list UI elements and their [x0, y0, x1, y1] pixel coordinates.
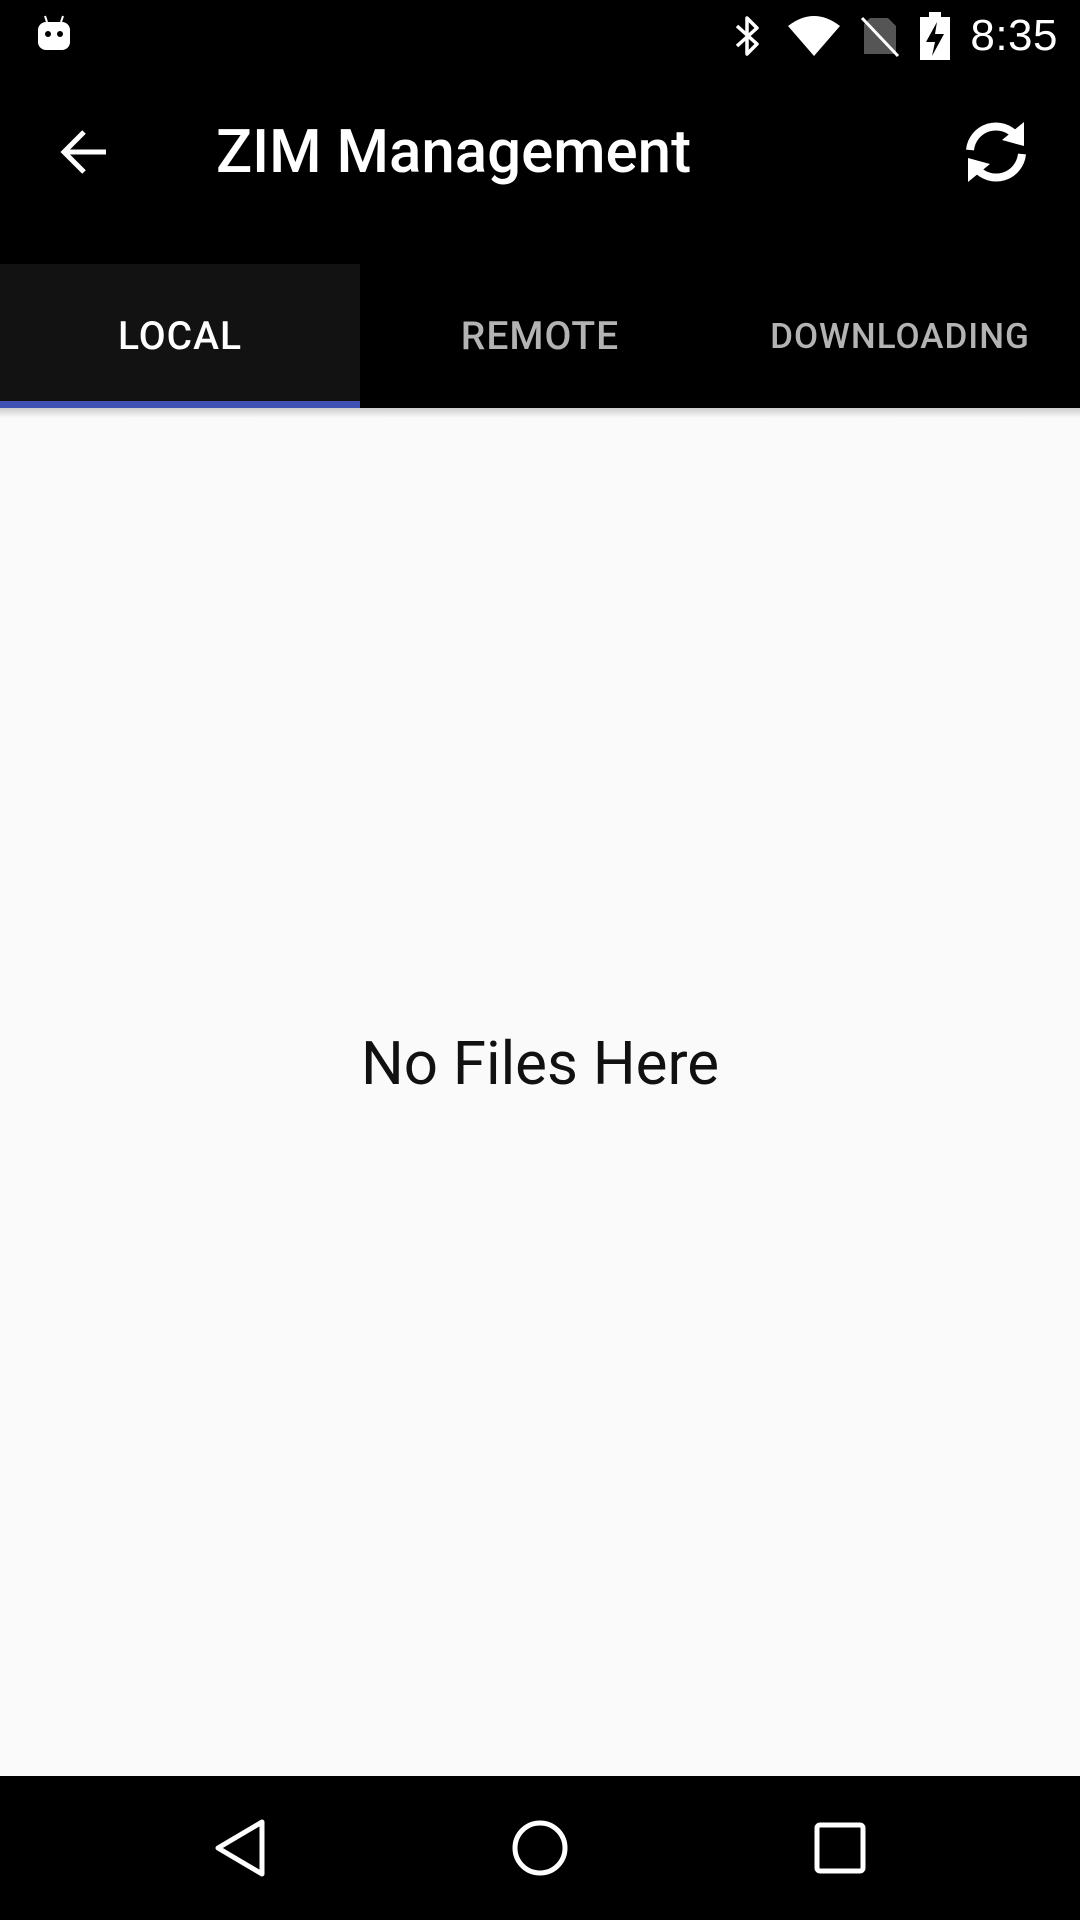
- no-sim-icon: [860, 12, 900, 60]
- refresh-icon: [966, 122, 1026, 182]
- navigation-bar: [0, 1776, 1080, 1920]
- tab-local[interactable]: LOCAL: [0, 264, 360, 408]
- battery-charging-icon: [918, 12, 952, 60]
- nav-back-icon: [215, 1819, 265, 1877]
- bluetooth-icon: [728, 12, 768, 60]
- tab-indicator: [0, 401, 360, 408]
- toolbar: ZIM Management: [0, 72, 1080, 264]
- arrow-back-icon: [60, 130, 106, 174]
- status-bar: 8:35: [0, 0, 1080, 72]
- nav-back-button[interactable]: [204, 1812, 276, 1884]
- tab-bar: LOCAL REMOTE DOWNLOADING: [0, 264, 1080, 408]
- tab-local-label: LOCAL: [117, 313, 243, 359]
- android-notification-icon: [36, 14, 72, 54]
- page-title: ZIM Management: [216, 116, 692, 187]
- tab-remote[interactable]: REMOTE: [360, 264, 720, 408]
- refresh-button[interactable]: [952, 108, 1040, 196]
- wifi-icon: [786, 12, 842, 60]
- tab-remote-label: REMOTE: [460, 313, 620, 359]
- nav-recents-icon: [814, 1822, 866, 1874]
- tab-downloading-label: DOWNLOADING: [770, 315, 1030, 357]
- nav-home-icon: [512, 1820, 568, 1876]
- back-button[interactable]: [48, 116, 120, 188]
- nav-recents-button[interactable]: [804, 1812, 876, 1884]
- status-clock: 8:35: [970, 11, 1058, 60]
- tab-shadow: [0, 408, 1080, 418]
- content-area: No Files Here: [0, 408, 1080, 1776]
- empty-message: No Files Here: [360, 1028, 720, 1099]
- status-icons: 8:35: [728, 0, 1058, 72]
- nav-home-button[interactable]: [504, 1812, 576, 1884]
- screen: 8:35 ZIM Management LOCAL REMOTE DOWNLOA…: [0, 0, 1080, 1920]
- tab-downloading[interactable]: DOWNLOADING: [720, 264, 1080, 408]
